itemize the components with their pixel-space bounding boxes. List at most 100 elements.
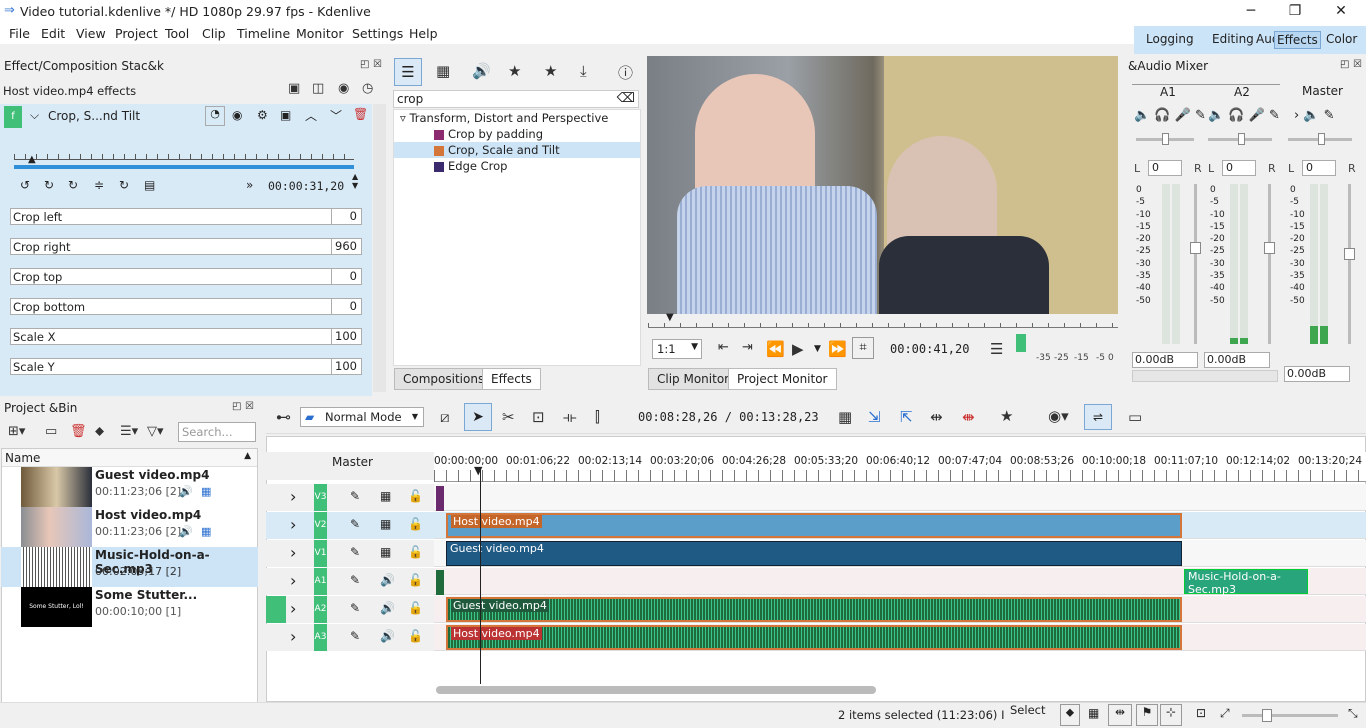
timeline-timecode[interactable]: 00:08:28,26 / 00:13:28,23 xyxy=(638,410,819,424)
a2-fader[interactable] xyxy=(1264,184,1275,344)
active-track-indicator[interactable] xyxy=(266,596,286,623)
tag-toggle-icon[interactable]: ⬥ xyxy=(1060,704,1080,726)
download-icon[interactable]: ⤓ xyxy=(580,62,587,80)
audio-effects-icon[interactable]: 🔊 xyxy=(472,62,491,80)
lock-icon[interactable]: 🔓 xyxy=(408,629,423,643)
hide-video-icon[interactable]: ▦ xyxy=(380,489,391,503)
hide-video-icon[interactable]: ▦ xyxy=(380,545,391,559)
layout-color[interactable]: Color xyxy=(1326,32,1357,46)
master-pan-slider[interactable] xyxy=(1288,133,1352,145)
lock-icon[interactable]: 🔓 xyxy=(408,601,423,615)
lock-icon[interactable]: 🔓 xyxy=(408,489,423,503)
edit-mode-select[interactable]: ▰ Normal Mode ▼ xyxy=(300,407,424,427)
seek-forward-icon[interactable]: » xyxy=(246,178,253,192)
sort-arrow-icon[interactable]: ▲ xyxy=(244,451,251,461)
a2-controls-icon[interactable]: 🔈 🎧 🎤 ✎ xyxy=(1208,108,1280,123)
set-zone-out-icon[interactable]: ⇥ xyxy=(742,340,753,355)
param-crop-left[interactable]: Crop left 0 xyxy=(10,208,362,225)
expand-icon[interactable]: › xyxy=(290,543,296,562)
mute-audio-icon[interactable]: 🔊 xyxy=(380,573,395,587)
zoom-select[interactable]: 1:1 ▼ xyxy=(652,339,702,359)
delete-clip-icon[interactable]: 🗑 xyxy=(70,424,87,439)
a2-db-spin[interactable]: 0.00dB xyxy=(1204,352,1270,368)
maximize-button[interactable]: ❐ xyxy=(1272,0,1318,24)
monitor-ruler[interactable] xyxy=(648,314,1118,328)
forward-icon[interactable]: ⏩ xyxy=(828,340,847,358)
rewind-icon[interactable]: ⏪ xyxy=(766,340,785,358)
fader-handle[interactable] xyxy=(1264,242,1275,254)
save-effect-icon[interactable]: ▣ xyxy=(280,108,291,122)
bin-clip-guest[interactable]: Guest video.mp4 00:11:23;06 [2] 🔊 ▦ xyxy=(1,467,258,507)
a1-gain-spin[interactable]: 0 xyxy=(1148,160,1182,176)
bin-search-input[interactable]: Search... xyxy=(178,422,256,442)
tab-project-monitor[interactable]: Project Monitor xyxy=(728,368,837,390)
snap-toggle-icon[interactable]: ⇌ xyxy=(1084,404,1112,430)
timeline-scrollbar[interactable] xyxy=(436,686,876,694)
custom-effects-icon[interactable]: ★ xyxy=(508,62,521,80)
ripple-tool-icon[interactable]: ⟛ xyxy=(563,408,577,426)
expand-icon[interactable]: › xyxy=(290,627,296,646)
master-fader[interactable] xyxy=(1344,184,1355,344)
play-icon[interactable]: ▶ xyxy=(792,340,804,358)
a2-pan-slider[interactable] xyxy=(1208,133,1272,145)
clip-music-a1[interactable]: Music-Hold-on-a-Sec.mp3 xyxy=(1184,569,1308,596)
param-value[interactable]: 100 xyxy=(331,359,361,374)
timeline-playhead[interactable] xyxy=(480,470,481,684)
playhead-marker-icon[interactable]: ▼ xyxy=(474,464,482,477)
master-db-spin[interactable]: 0.00dB xyxy=(1284,366,1350,382)
param-crop-top[interactable]: Crop top 0 xyxy=(10,268,362,285)
master-controls-icon[interactable]: › 🔈 ✎ xyxy=(1294,108,1335,123)
param-value[interactable]: 0 xyxy=(331,269,361,284)
layout-editing[interactable]: Editing xyxy=(1212,32,1254,46)
menu-view[interactable]: View xyxy=(76,26,106,41)
effect-search-input[interactable]: crop ⌫ xyxy=(393,90,639,108)
overwrite-icon[interactable]: ⇱ xyxy=(900,408,913,426)
add-keyframe-icon[interactable]: ↻ xyxy=(44,178,54,192)
info-icon[interactable]: ⓘ xyxy=(618,62,633,83)
zoom-slider[interactable] xyxy=(1242,709,1338,722)
zoom-out-icon[interactable]: ⊡ xyxy=(1196,706,1206,720)
tab-compositions[interactable]: Compositions xyxy=(394,368,494,390)
menu-timeline[interactable]: Timeline xyxy=(237,26,290,41)
clipboard-icon[interactable]: ▤ xyxy=(144,178,155,192)
master-gain-spin[interactable]: 0 xyxy=(1302,160,1336,176)
zoom-in-icon[interactable]: ⤡ xyxy=(1348,706,1358,721)
audio-icon[interactable]: 🔊 xyxy=(179,525,193,538)
mute-audio-icon[interactable]: 🔊 xyxy=(380,601,395,615)
keyframe-toggle-icon[interactable]: ◔ xyxy=(205,106,225,126)
effects-wand-icon[interactable]: ✎ xyxy=(350,601,360,615)
mixer-scrollbar[interactable] xyxy=(1132,370,1278,382)
pan-handle[interactable] xyxy=(1238,133,1245,145)
bin-clip-music[interactable]: Music-Hold-on-a-Sec.mp3 00:02:05;17 [2] xyxy=(1,547,258,587)
clear-search-icon[interactable]: ⌫ xyxy=(617,91,635,106)
menu-settings[interactable]: Settings xyxy=(352,26,403,41)
favorite-star-icon[interactable]: ★ xyxy=(1000,407,1013,425)
collapse-icon[interactable]: ◷ xyxy=(362,81,373,96)
audio-thumbs-icon[interactable]: ⇹ xyxy=(1108,704,1132,726)
thumbnail-toggle-icon[interactable]: ▦ xyxy=(1088,706,1099,720)
timeline-options-icon[interactable]: ⊷ xyxy=(276,408,291,426)
zoom-fit-icon[interactable]: ▭ xyxy=(1128,408,1142,426)
chevron-down-icon[interactable]: ⌵ xyxy=(30,108,39,123)
keyframe-option-icon[interactable]: ↻ xyxy=(119,178,129,192)
audio-icon[interactable]: 🔊 xyxy=(179,485,193,498)
close-button[interactable]: ✕ xyxy=(1318,0,1364,24)
delete-effect-icon[interactable]: 🗑 xyxy=(353,107,368,121)
track-lane-v3[interactable] xyxy=(434,484,1366,511)
play-options-arrow-icon[interactable]: ▼ xyxy=(814,344,821,354)
lift-icon[interactable]: ⇼ xyxy=(962,408,975,426)
align-icon[interactable]: ≑ xyxy=(94,178,104,192)
audio-clip-a1-start[interactable] xyxy=(436,570,444,595)
menu-project[interactable]: Project xyxy=(115,26,158,41)
monitor-menu-icon[interactable]: ☰ xyxy=(990,340,1003,358)
float-panel-icon[interactable]: ◰ xyxy=(232,401,241,412)
param-value[interactable]: 0 xyxy=(331,209,361,224)
crop-toggle-icon[interactable]: ⌗ xyxy=(852,337,874,359)
slip-tool-icon[interactable]: ⫿ xyxy=(595,408,600,426)
lock-icon[interactable]: 🔓 xyxy=(408,545,423,559)
menu-monitor[interactable]: Monitor xyxy=(296,26,344,41)
effects-wand-icon[interactable]: ✎ xyxy=(350,573,360,587)
effect-edge-crop[interactable]: Edge Crop xyxy=(434,158,640,174)
record-icon[interactable]: ◉▾ xyxy=(1048,407,1069,425)
filter-icon[interactable]: ▽▾ xyxy=(147,424,164,439)
